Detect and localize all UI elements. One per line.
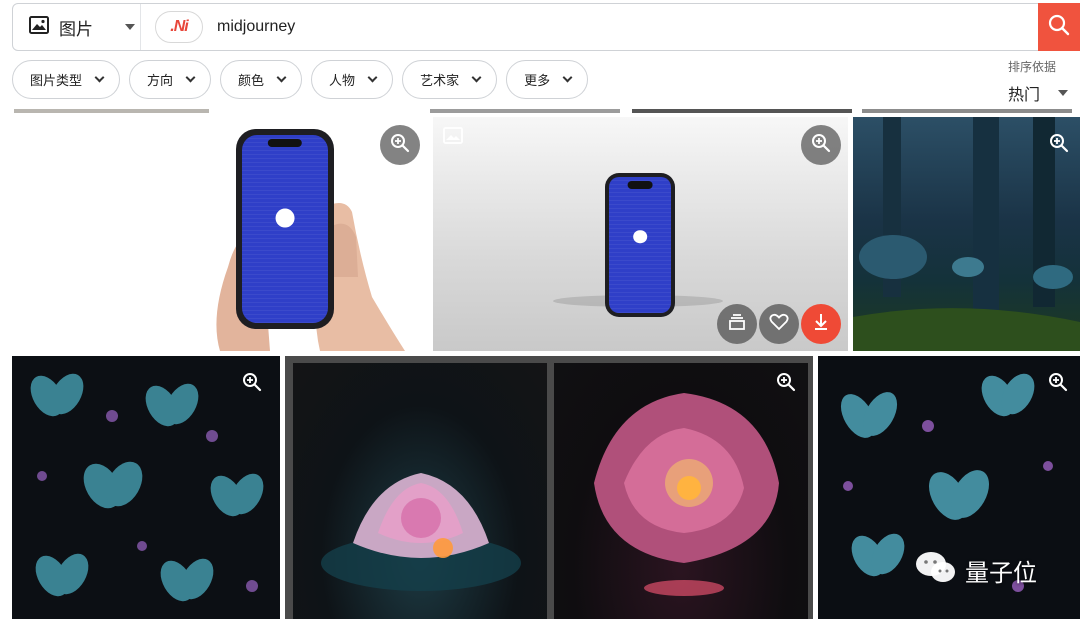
zoom-button[interactable] bbox=[772, 370, 800, 398]
search-bar: 图片 .Ni midjourney bbox=[12, 3, 1080, 51]
search-button[interactable] bbox=[1038, 3, 1080, 51]
chevron-down-icon bbox=[94, 72, 105, 83]
filter-bar: 图片类型 方向 颜色 人物 艺术家 更多 bbox=[12, 60, 589, 99]
zoom-button[interactable] bbox=[238, 370, 266, 398]
chevron-down-icon bbox=[276, 72, 287, 83]
chevron-down-icon bbox=[367, 72, 378, 83]
zoom-in-icon bbox=[1049, 133, 1069, 158]
filter-label: 方向 bbox=[147, 73, 174, 88]
download-button[interactable] bbox=[801, 304, 841, 344]
flower-pattern-image bbox=[30, 373, 264, 602]
chevron-down-icon bbox=[562, 72, 573, 83]
image-tile-edge bbox=[632, 109, 852, 113]
zoom-button[interactable] bbox=[1045, 131, 1073, 159]
zoom-button[interactable] bbox=[801, 125, 841, 165]
filter-image-type[interactable]: 图片类型 bbox=[12, 60, 121, 99]
crystal-rose-right bbox=[554, 363, 808, 619]
crystal-rose-left bbox=[293, 363, 547, 619]
image-result[interactable] bbox=[0, 117, 428, 351]
zoom-in-icon bbox=[390, 133, 410, 158]
zoom-button[interactable] bbox=[380, 125, 420, 165]
download-icon bbox=[811, 312, 831, 337]
chevron-down-icon bbox=[185, 72, 196, 83]
ai-search-badge[interactable]: .Ni bbox=[155, 11, 203, 43]
image-result[interactable] bbox=[853, 117, 1080, 351]
stack-icon bbox=[727, 312, 747, 337]
image-icon bbox=[443, 127, 463, 149]
wechat-icon bbox=[915, 550, 957, 591]
watermark-text: 量子位 bbox=[965, 560, 1037, 587]
filter-label: 图片类型 bbox=[30, 73, 83, 88]
sort-control: 排序依据 热门 bbox=[1008, 58, 1068, 105]
sort-value: 热门 bbox=[1008, 87, 1041, 104]
like-button[interactable] bbox=[759, 304, 799, 344]
filter-label: 人物 bbox=[329, 73, 356, 88]
filter-people[interactable]: 人物 bbox=[311, 60, 394, 99]
zoom-in-icon bbox=[776, 372, 796, 397]
hand-image bbox=[216, 203, 405, 351]
filter-orientation[interactable]: 方向 bbox=[129, 60, 212, 99]
filter-label: 艺术家 bbox=[420, 73, 460, 88]
image-result[interactable] bbox=[12, 356, 280, 619]
search-icon bbox=[1048, 14, 1070, 41]
phone-mockup bbox=[605, 173, 675, 317]
sort-dropdown[interactable]: 热门 bbox=[1008, 81, 1068, 105]
chevron-down-icon bbox=[471, 72, 482, 83]
image-tile-edge bbox=[14, 109, 209, 113]
media-type-dropdown[interactable]: 图片 bbox=[13, 4, 141, 50]
add-to-collection-button[interactable] bbox=[717, 304, 757, 344]
image-tile-edge bbox=[430, 109, 620, 113]
phone-mockup bbox=[236, 129, 334, 329]
image-icon bbox=[29, 15, 49, 39]
filter-more[interactable]: 更多 bbox=[506, 60, 589, 99]
filter-artist[interactable]: 艺术家 bbox=[402, 60, 498, 99]
image-result[interactable] bbox=[285, 356, 813, 619]
filter-label: 更多 bbox=[524, 73, 551, 88]
chevron-down-icon bbox=[1058, 90, 1068, 96]
heart-icon bbox=[769, 313, 789, 336]
media-type-label: 图片 bbox=[59, 19, 93, 39]
zoom-in-icon bbox=[811, 133, 831, 158]
sort-label: 排序依据 bbox=[1008, 60, 1057, 74]
filter-color[interactable]: 颜色 bbox=[220, 60, 303, 99]
zoom-in-icon bbox=[242, 372, 262, 397]
image-tile-edge bbox=[862, 109, 1072, 113]
search-input[interactable]: midjourney bbox=[217, 18, 295, 36]
zoom-in-icon bbox=[1048, 372, 1068, 397]
image-result-hovered[interactable] bbox=[433, 117, 848, 351]
chevron-down-icon bbox=[125, 24, 135, 30]
filter-label: 颜色 bbox=[238, 73, 265, 88]
watermark: 量子位 bbox=[915, 550, 1037, 591]
zoom-button[interactable] bbox=[1044, 370, 1072, 398]
